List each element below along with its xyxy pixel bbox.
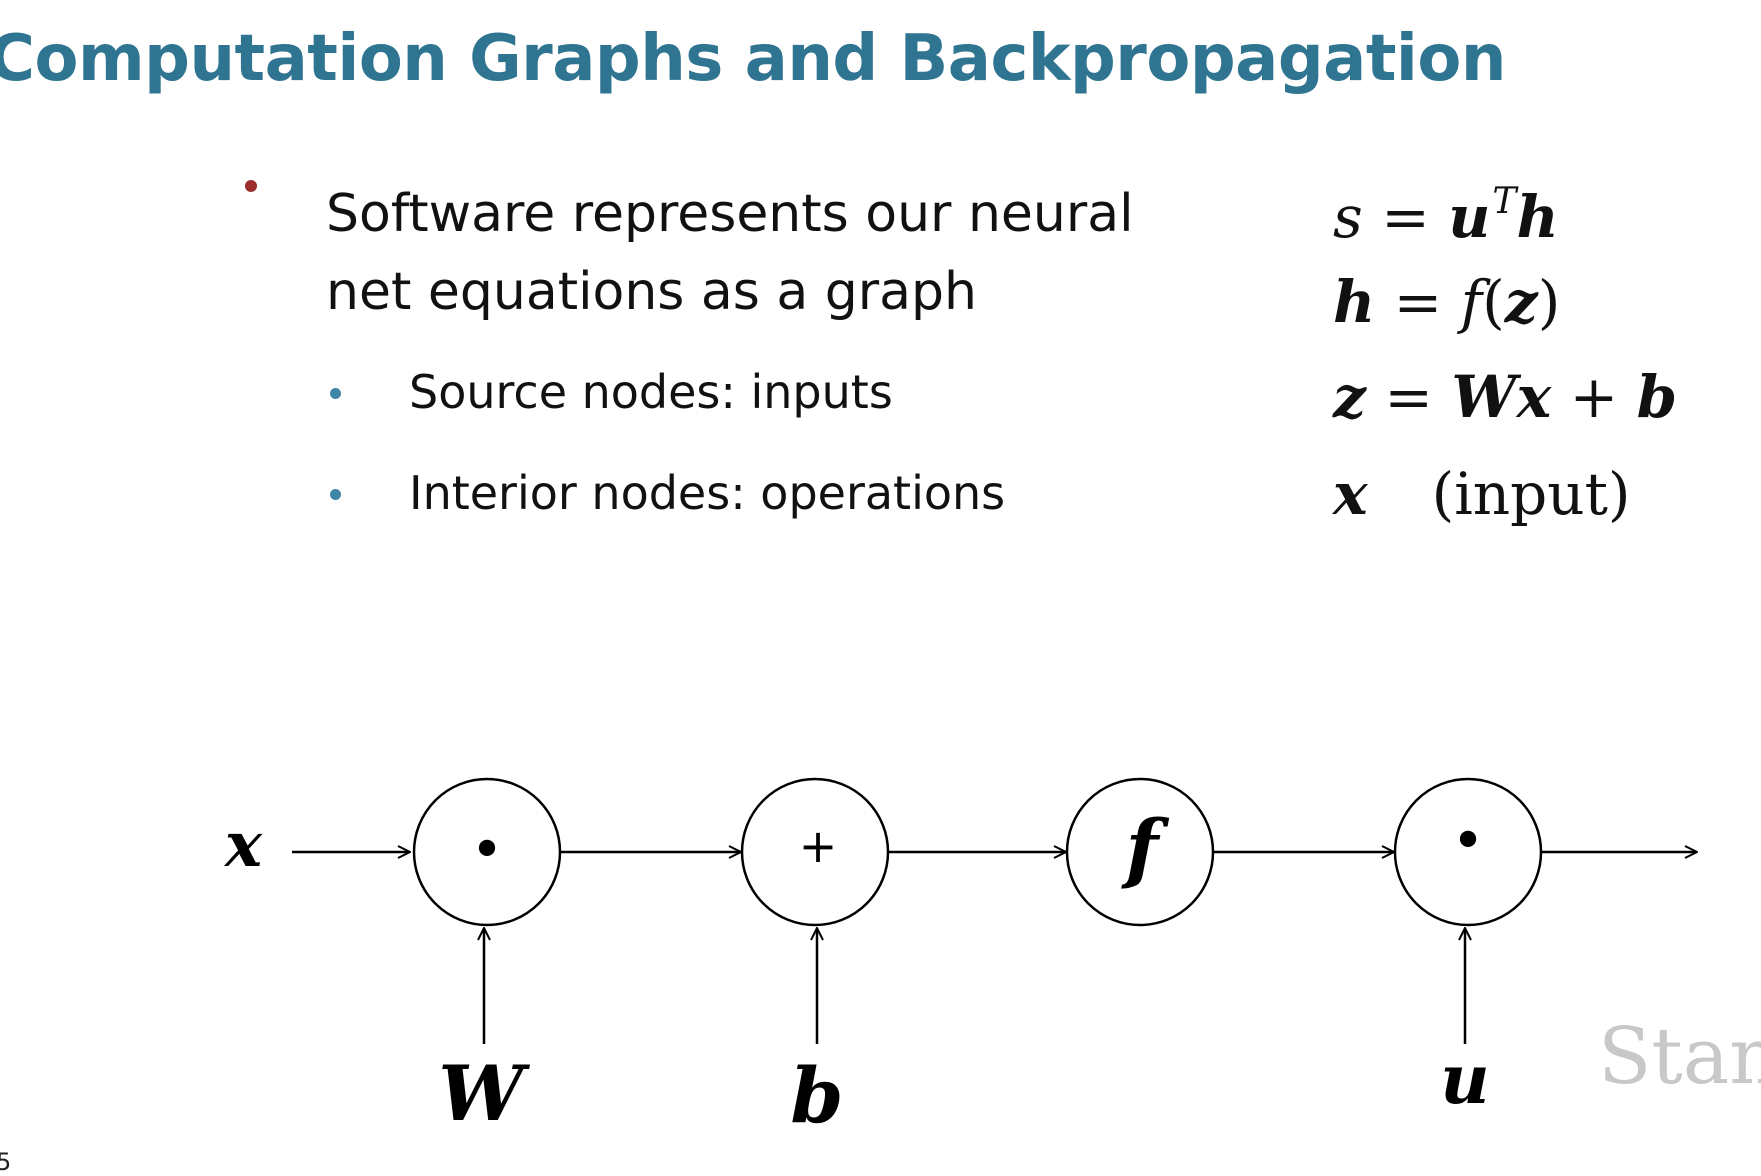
equation-z-plus: +: [1551, 363, 1637, 431]
equation-s-lhs: s: [1333, 183, 1363, 251]
equation-h-lhs: h: [1333, 268, 1376, 336]
equation-h-equals: =: [1375, 268, 1461, 336]
equation-h-z: z: [1504, 268, 1538, 336]
graph-b-label: b: [790, 1051, 843, 1140]
equation-z: z = Wx + b: [1333, 361, 1677, 433]
graph-u-label: u: [1440, 1040, 1489, 1120]
node-dot-symbol-2: •: [1451, 809, 1484, 874]
equation-x: x (input): [1333, 458, 1631, 530]
node-function-f: [1065, 777, 1215, 927]
node-f-symbol: f: [1121, 803, 1170, 892]
equation-z-W: W: [1451, 363, 1517, 431]
sub-bullet-dot: [330, 388, 341, 399]
equation-h-close-paren: ): [1537, 268, 1561, 336]
main-bullet-text: Software represents our neural net equat…: [326, 175, 1186, 331]
equation-z-x: x: [1516, 363, 1552, 431]
equation-h: h = f(z): [1333, 266, 1560, 338]
node-dot-symbol-1: •: [470, 818, 503, 883]
main-bullet-line-2: net equations as a graph: [326, 262, 978, 322]
sub-bullet-dot: [330, 489, 341, 500]
equation-x-lhs: x: [1333, 460, 1368, 528]
node-addition: [740, 777, 890, 927]
main-bullet-line-1: Software represents our neural: [326, 184, 1134, 244]
graph-input-x-label: x: [223, 808, 263, 881]
node-plus-symbol: +: [799, 819, 838, 873]
slide-title: Computation Graphs and Backpropagation: [0, 22, 1506, 96]
equation-s: s = uTh: [1333, 166, 1559, 253]
sub-bullet-interior-nodes: Interior nodes: operations: [409, 466, 1006, 520]
node-dot-product-2: [1393, 777, 1543, 927]
equation-x-input-note: (input): [1431, 460, 1631, 528]
equation-z-b: b: [1636, 363, 1678, 431]
stanford-watermark: Stanf: [1598, 1012, 1761, 1102]
equation-h-open-paren: (: [1482, 268, 1505, 336]
equation-h-f: f: [1460, 268, 1483, 336]
sub-bullet-source-nodes: Source nodes: inputs: [409, 365, 893, 419]
main-bullet-dot: [245, 180, 257, 192]
page-number: 5: [0, 1148, 12, 1176]
equation-z-lhs: z: [1333, 363, 1366, 431]
equation-z-equals: =: [1365, 363, 1452, 431]
equation-s-u: u: [1448, 183, 1491, 251]
node-dot-product-1: [412, 777, 562, 927]
equation-s-equals: =: [1362, 183, 1449, 251]
equation-s-transpose: T: [1492, 181, 1517, 222]
graph-W-label: W: [438, 1049, 530, 1138]
equation-s-h: h: [1516, 183, 1559, 251]
